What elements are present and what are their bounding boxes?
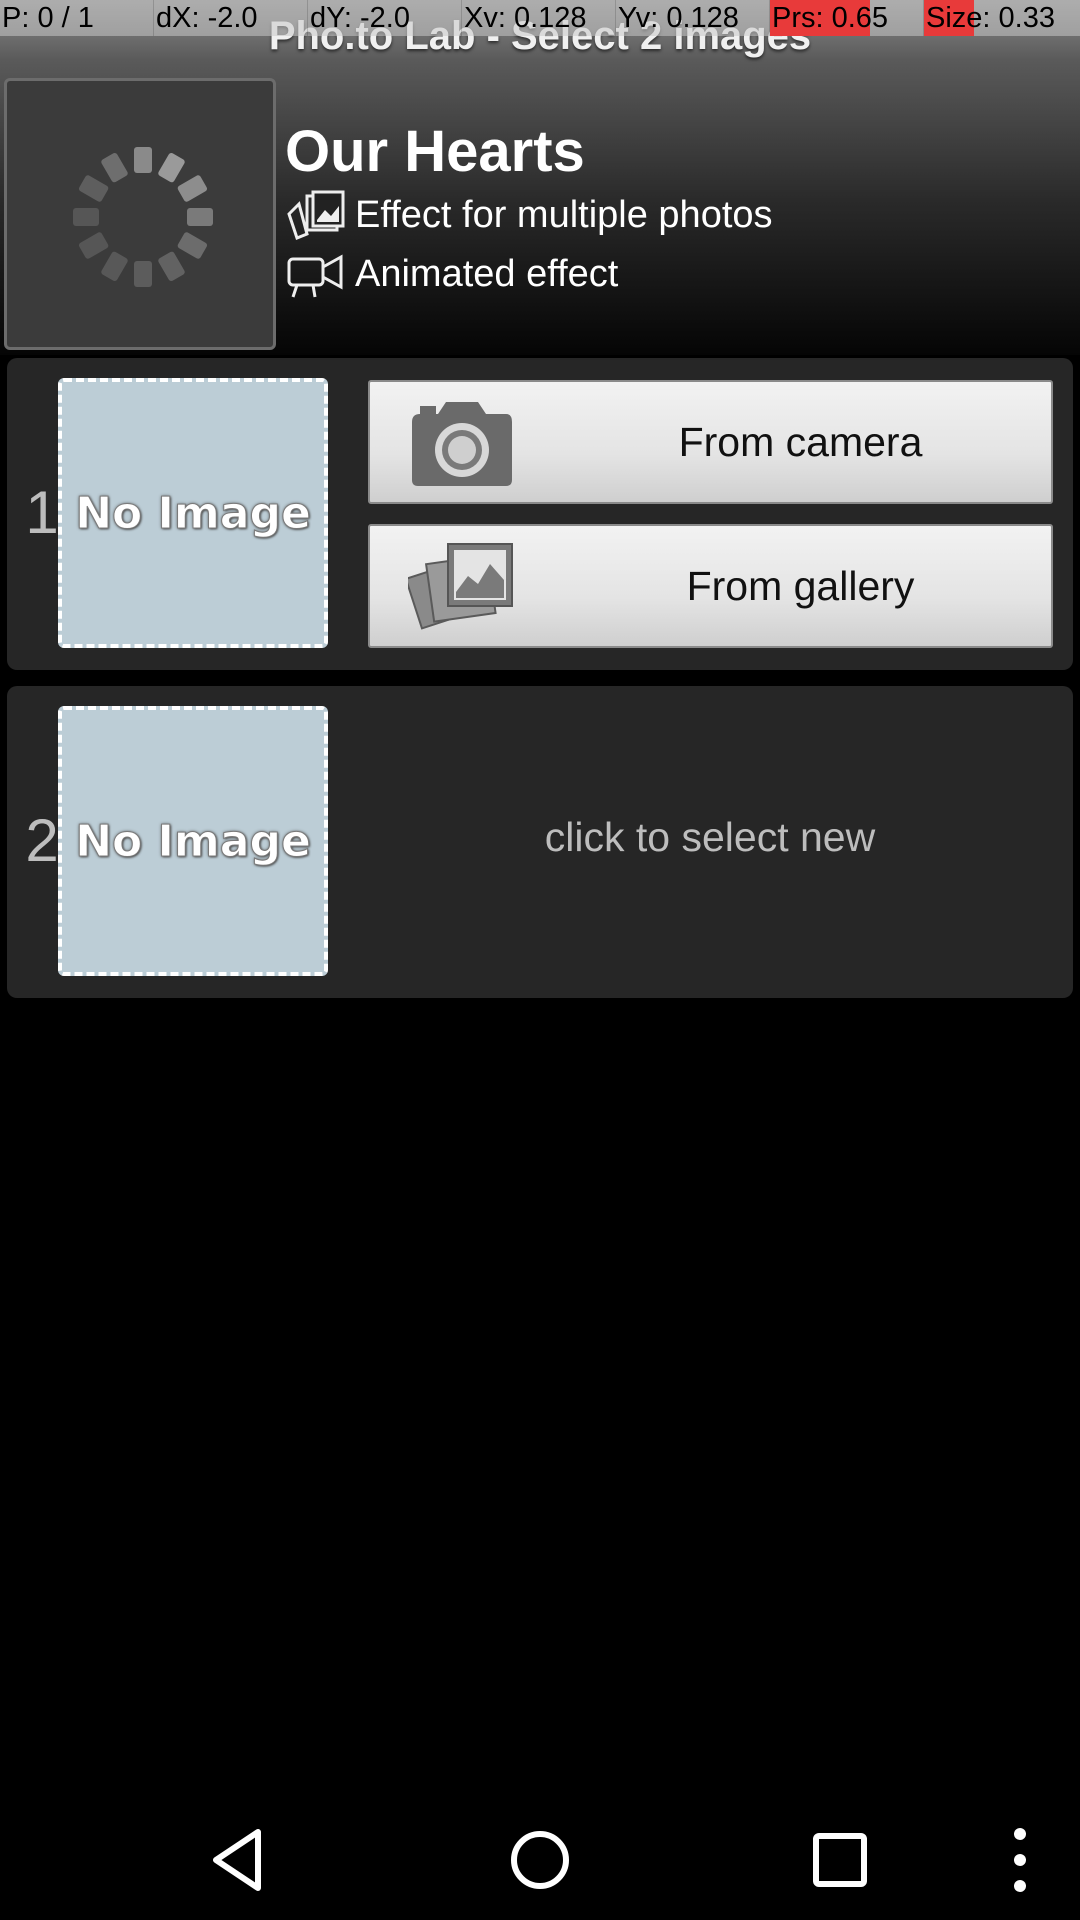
gallery-icon xyxy=(408,543,513,630)
button-label: From camera xyxy=(678,419,923,465)
navigation-bar xyxy=(0,1800,1080,1920)
recents-icon[interactable] xyxy=(800,1820,880,1900)
image-slot-1: 1 No Image From camera From gallery xyxy=(7,358,1073,670)
debug-pressure: Prs: 0.65 xyxy=(770,0,924,36)
debug-xv: Xv: 0.128 xyxy=(462,0,616,36)
image-placeholder[interactable]: No Image xyxy=(58,706,328,976)
debug-dx: dX: -2.0 xyxy=(154,0,308,36)
multi-photo-icon xyxy=(287,190,345,240)
feature-multi-photo: Effect for multiple photos xyxy=(285,190,773,240)
image-slot-2[interactable]: 2 No Image click to select new xyxy=(7,686,1073,998)
overflow-menu-icon[interactable] xyxy=(980,1820,1040,1900)
feature-label: Animated effect xyxy=(355,252,619,295)
from-gallery-button[interactable]: From gallery xyxy=(368,524,1053,648)
camera-icon xyxy=(412,402,512,486)
debug-pointer: P: 0 / 1 xyxy=(0,0,154,36)
header: Pho.to Lab - Select 2 images Our Hearts … xyxy=(0,0,1080,355)
debug-yv: Yv: 0.128 xyxy=(616,0,770,36)
no-image-label: No Image xyxy=(75,815,312,867)
back-icon[interactable] xyxy=(200,1820,280,1900)
feature-animated: Animated effect xyxy=(285,249,618,299)
debug-dy: dY: -2.0 xyxy=(308,0,462,36)
effect-thumbnail xyxy=(4,78,276,350)
feature-label: Effect for multiple photos xyxy=(355,193,773,236)
home-icon[interactable] xyxy=(500,1820,580,1900)
debug-overlay: P: 0 / 1 dX: -2.0 dY: -2.0 Xv: 0.128 Yv:… xyxy=(0,0,1080,36)
loading-spinner-icon xyxy=(73,147,213,287)
from-camera-button[interactable]: From camera xyxy=(368,380,1053,504)
video-camera-icon xyxy=(287,254,343,298)
button-label: From gallery xyxy=(686,563,915,609)
no-image-label: No Image xyxy=(75,487,312,539)
effect-title: Our Hearts xyxy=(285,119,585,184)
select-new-hint: click to select new xyxy=(544,814,876,860)
debug-size: Size: 0.33 xyxy=(924,0,1055,36)
image-placeholder[interactable]: No Image xyxy=(58,378,328,648)
